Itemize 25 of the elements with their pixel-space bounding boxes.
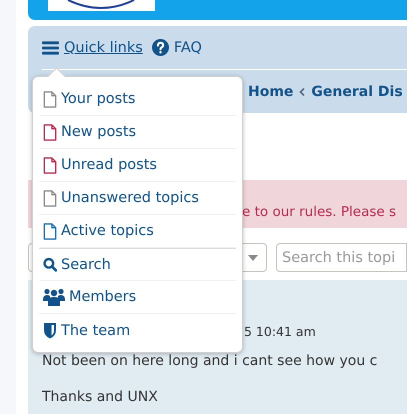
search-icon — [43, 256, 57, 273]
help-icon — [152, 39, 169, 56]
menu-item[interactable]: Members — [39, 281, 236, 314]
faq-link[interactable]: FAQ — [152, 39, 202, 56]
menu-item[interactable]: New posts — [39, 116, 236, 149]
menu-item[interactable]: Unread posts — [39, 149, 236, 182]
quick-links-link[interactable]: Quick links — [42, 40, 143, 56]
chevron-icon — [299, 88, 306, 96]
notice-text: e to our rules. Please s — [242, 204, 396, 220]
post-date: 5 10:41 am — [244, 324, 316, 339]
menu-item[interactable]: Unanswered topics — [39, 182, 236, 215]
search-field[interactable]: Search this topi — [276, 243, 407, 272]
menu-icon — [42, 40, 59, 56]
shield-icon — [43, 322, 57, 339]
post-text: Thanks and UNX — [42, 389, 159, 405]
post-text: Not been on here long and i cant see how you c — [42, 353, 378, 369]
menu-item[interactable]: Search — [39, 248, 236, 281]
menu-item[interactable]: The team — [39, 314, 236, 347]
logo-icon — [48, 0, 155, 11]
menu-item[interactable]: Your posts — [39, 83, 236, 116]
caret-icon — [248, 254, 258, 260]
breadcrumb-link[interactable]: Home — [248, 84, 294, 100]
people-icon — [43, 288, 65, 306]
menu-item[interactable]: Active topics — [39, 215, 236, 248]
breadcrumb-link[interactable]: General Dis — [311, 84, 403, 100]
